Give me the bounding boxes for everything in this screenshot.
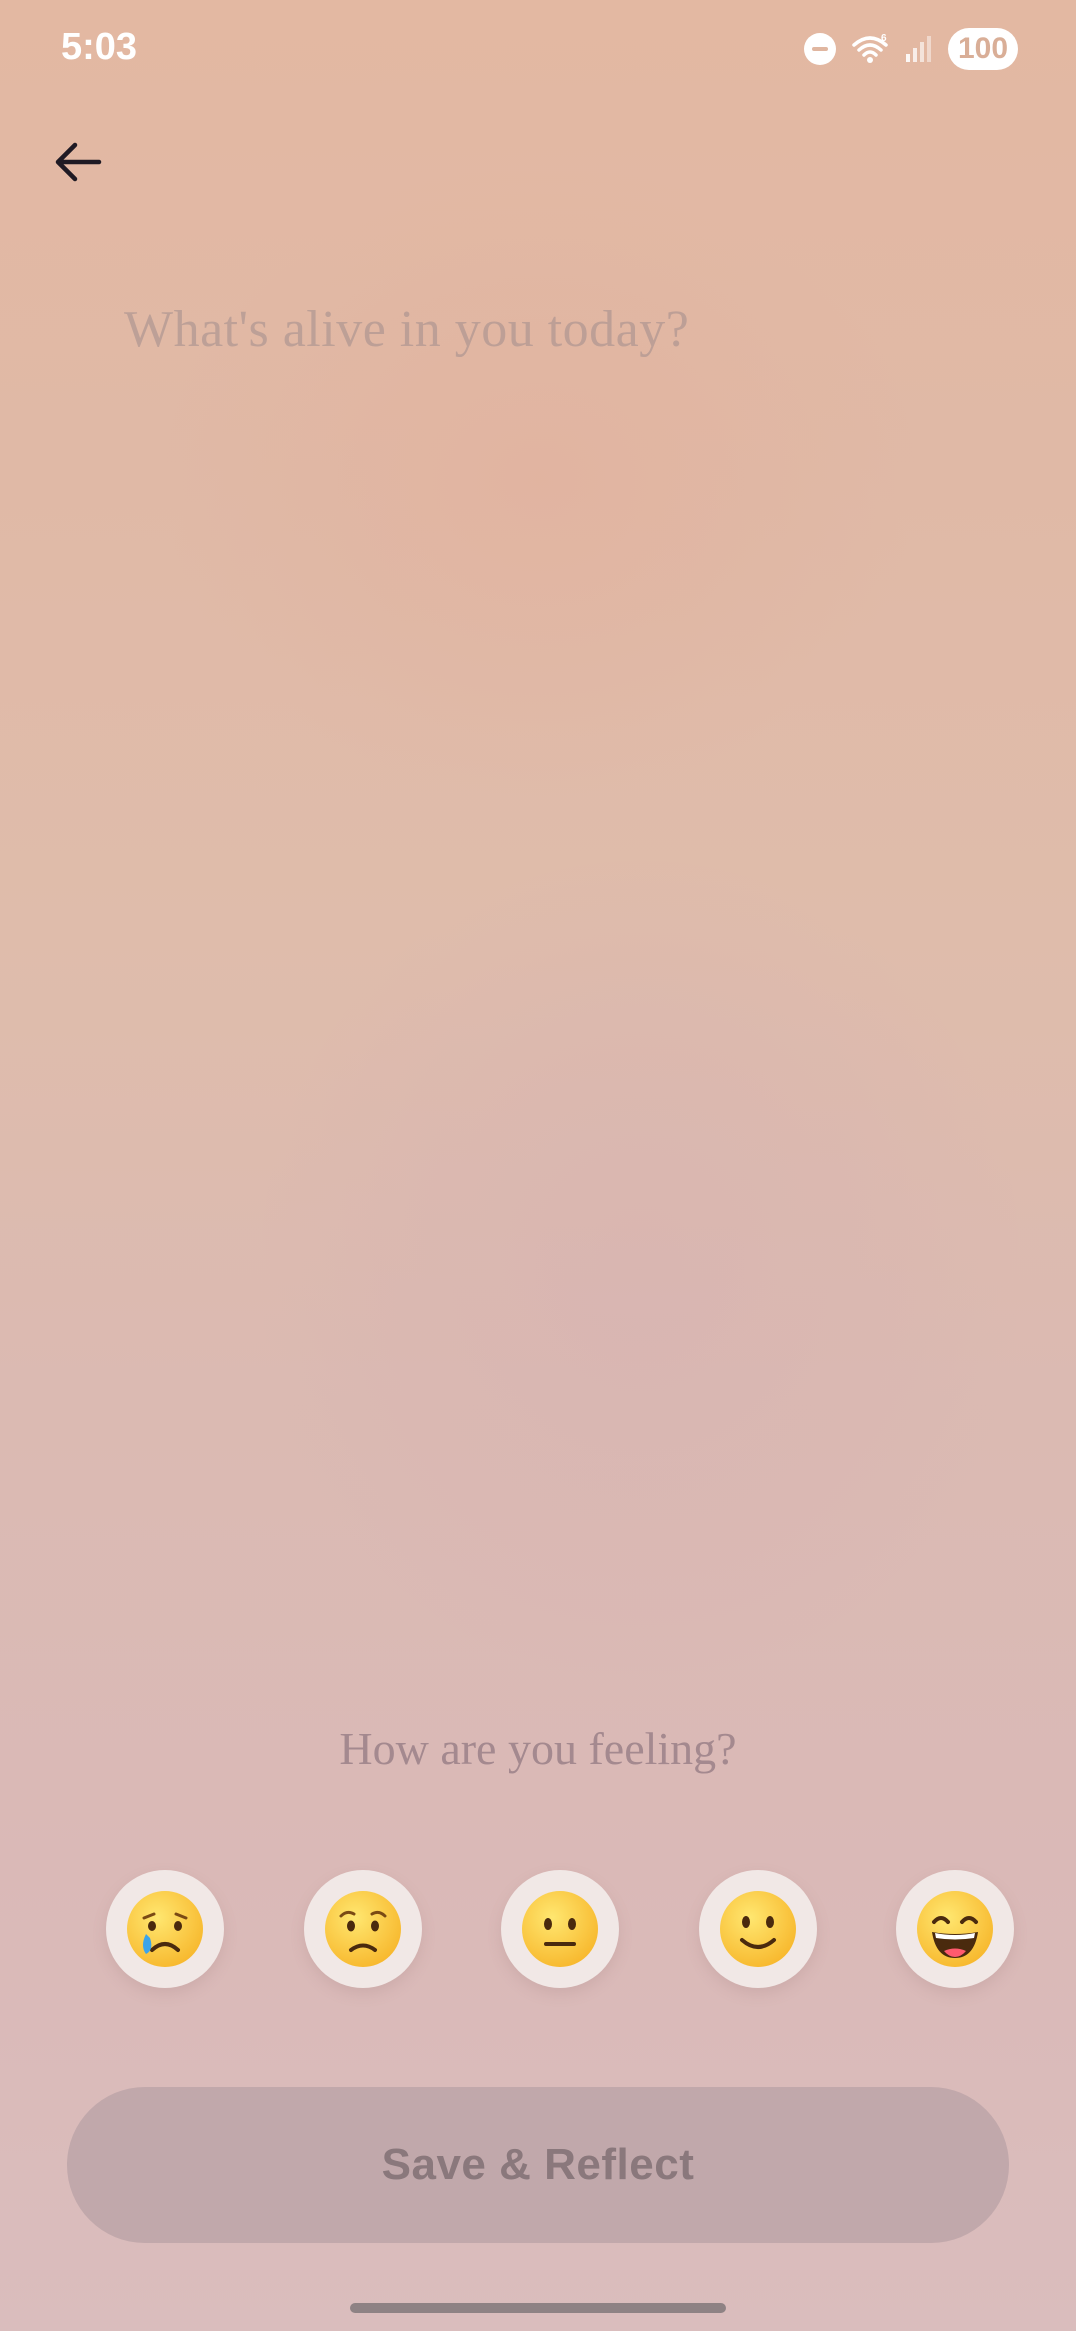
slightly-smiling-face-icon <box>720 1891 796 1967</box>
worried-face-icon <box>325 1891 401 1967</box>
do-not-disturb-icon <box>804 33 836 65</box>
home-indicator[interactable] <box>350 2303 726 2313</box>
mood-button-neutral[interactable] <box>501 1870 619 1988</box>
battery-indicator: 100 <box>948 28 1018 70</box>
crying-face-icon <box>127 1891 203 1967</box>
mood-question: How are you feeling? <box>339 1723 737 1774</box>
status-bar: 5:03 6 100 <box>0 0 1076 100</box>
arrow-left-icon <box>55 142 102 182</box>
journal-input[interactable]: What's alive in you today? <box>124 300 1004 1600</box>
mood-button-crying[interactable] <box>106 1870 224 1988</box>
status-time: 5:03 <box>61 26 138 68</box>
mood-button-grinning[interactable] <box>896 1870 1014 1988</box>
mood-selector <box>0 1870 1076 1990</box>
signal-icon <box>904 34 934 64</box>
svg-text:6: 6 <box>881 33 887 44</box>
mood-button-slightly-smiling[interactable] <box>699 1870 817 1988</box>
save-reflect-button[interactable]: Save & Reflect <box>67 2087 1009 2243</box>
grinning-face-icon <box>917 1891 993 1967</box>
journal-placeholder: What's alive in you today? <box>124 301 690 358</box>
status-icons: 6 100 <box>804 28 1018 70</box>
wifi-icon: 6 <box>850 33 890 65</box>
neutral-face-icon <box>522 1891 598 1967</box>
mood-button-worried[interactable] <box>304 1870 422 1988</box>
back-button[interactable] <box>46 130 110 194</box>
